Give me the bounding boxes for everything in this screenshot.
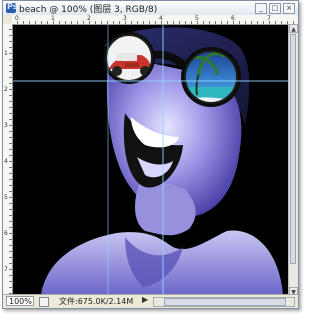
vertical-ruler[interactable]: 1 2 3 4 5 6 7 xyxy=(3,24,13,296)
ruler-v-label: 7 xyxy=(4,266,8,273)
ruler-v-label: 5 xyxy=(4,194,8,201)
ruler-h-label: 5 xyxy=(195,15,199,22)
ruler-h-label: 3 xyxy=(123,15,127,22)
document-window: Ps beach @ 100% (图层 3, RGB/8) _ □ × 0 1 … xyxy=(2,0,299,309)
status-bar: 100% 文件:675.0K/2.14M ▶ xyxy=(3,294,298,308)
photo-artwork xyxy=(13,25,289,295)
close-button[interactable]: × xyxy=(283,3,295,14)
window-title: beach @ 100% (图层 3, RGB/8) xyxy=(19,5,158,15)
status-menu-arrow-icon[interactable]: ▶ xyxy=(142,295,148,304)
ruler-v-label: 1 xyxy=(4,50,8,57)
ruler-v-label: 2 xyxy=(4,86,8,93)
photoshop-icon: Ps xyxy=(6,2,18,13)
ruler-v-label: 4 xyxy=(4,158,8,165)
minimize-button[interactable]: _ xyxy=(255,3,267,14)
ruler-h-label: 1 xyxy=(51,15,55,22)
title-bar[interactable]: Ps beach @ 100% (图层 3, RGB/8) _ □ × xyxy=(3,1,298,16)
vertical-scrollbar[interactable]: ▲ ▼ xyxy=(288,24,298,296)
ruler-v-label: 6 xyxy=(4,230,8,237)
vertical-scroll-thumb[interactable] xyxy=(290,34,296,264)
ruler-h-label: 4 xyxy=(159,15,163,22)
horizontal-scroll-thumb[interactable] xyxy=(164,298,286,306)
maximize-button[interactable]: □ xyxy=(269,3,281,14)
horizontal-scrollbar[interactable] xyxy=(153,297,295,307)
zoom-field[interactable]: 100% xyxy=(6,296,34,306)
document-info: 文件:675.0K/2.14M xyxy=(59,297,134,306)
ruler-h-label: 7 xyxy=(267,15,271,22)
ruler-h-label: 2 xyxy=(87,15,91,22)
zoom-options-icon[interactable] xyxy=(39,297,49,307)
scroll-up-arrow-icon[interactable]: ▲ xyxy=(289,24,298,33)
horizontal-ruler[interactable]: 0 1 2 3 4 5 6 7 xyxy=(12,15,298,25)
ruler-h-label: 6 xyxy=(231,15,235,22)
image-canvas[interactable] xyxy=(13,25,289,295)
ruler-v-label: 3 xyxy=(4,122,8,129)
ruler-h-label: 0 xyxy=(15,15,19,22)
